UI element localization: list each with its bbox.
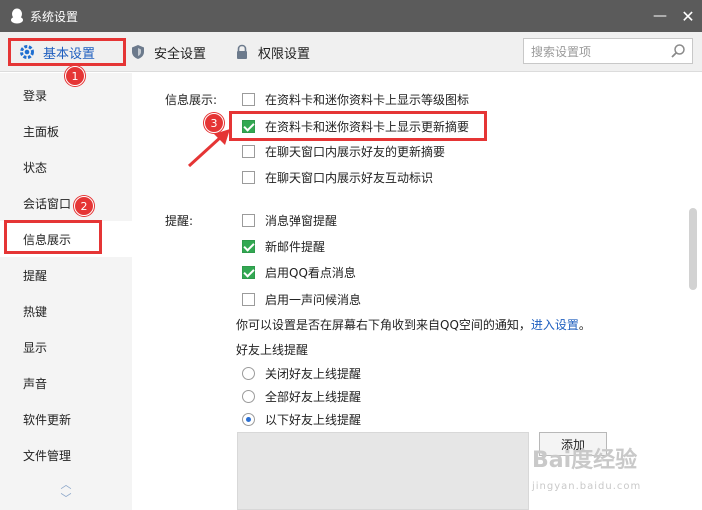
search-input[interactable]: 搜索设置项 [523,38,693,64]
sidebar-item-login[interactable]: 登录 [0,77,132,113]
sidebar-item-label: 提醒 [23,268,48,283]
checkbox[interactable] [242,292,255,306]
sidebar-item-label: 声音 [23,376,48,391]
watermark-url: jingyan.baidu.com [532,481,642,492]
sidebar-item-label: 主面板 [23,124,60,139]
scrollbar-thumb[interactable] [689,208,697,290]
sidebar-item-label: 文件管理 [23,448,72,463]
lock-icon [237,44,247,59]
chevron-up-icon[interactable]: ︿ [58,478,74,492]
baidu-watermark: Bai度经验 jingyan.baidu.com [532,448,672,500]
option-online-all[interactable]: 全部好友上线提醒 [242,386,361,406]
checkbox-checked[interactable] [242,265,255,279]
watermark-brand: Bai度经验 [532,448,638,473]
friend-list-box[interactable] [237,432,529,510]
checkbox[interactable] [242,92,255,106]
option-label: 消息弹窗提醒 [265,213,338,228]
option-label: 新邮件提醒 [265,239,326,254]
option-message-popup[interactable]: 消息弹窗提醒 [242,210,337,230]
tab-bar: 基本设置 安全设置 权限设置 搜索设置项 [0,32,702,72]
sidebar-item-software-update[interactable]: 软件更新 [0,401,132,437]
info-display-label: 信息展示: [165,93,218,107]
sidebar-item-sound[interactable]: 声音 [0,365,132,401]
sidebar-item-main-panel[interactable]: 主面板 [0,113,132,149]
minimize-button[interactable]: — [650,6,670,26]
checkbox[interactable] [242,144,255,158]
option-show-level-icon[interactable]: 在资料卡和迷你资料卡上显示等级图标 [242,89,469,109]
option-label: 启用QQ看点消息 [265,265,356,280]
tab-label: 基本设置 [43,46,96,62]
sidebar-item-label: 状态 [23,160,48,175]
option-label: 全部好友上线提醒 [265,389,362,404]
sidebar-item-status[interactable]: 状态 [0,149,132,185]
reminder-label: 提醒: [165,214,194,228]
window-title: 系统设置 [30,9,79,24]
option-label: 在聊天窗口内展示好友互动标识 [265,170,434,185]
option-chat-interaction-mark[interactable]: 在聊天窗口内展示好友互动标识 [242,167,433,187]
option-chat-update-summary[interactable]: 在聊天窗口内展示好友的更新摘要 [242,141,445,161]
search-placeholder: 搜索设置项 [531,44,592,59]
sidebar-item-file-management[interactable]: 文件管理 [0,437,132,473]
tab-security-settings[interactable]: 安全设置 [130,38,206,66]
friend-online-label: 好友上线提醒 [236,343,309,357]
option-label: 关闭好友上线提醒 [265,366,362,381]
option-label: 在聊天窗口内展示好友的更新摘要 [265,144,446,159]
tab-permission-settings[interactable]: 权限设置 [234,38,310,66]
shield-icon [132,45,144,59]
highlight-box-option [229,111,487,141]
search-icon[interactable] [670,43,686,59]
sidebar-item-label: 显示 [23,340,48,355]
annotation-badge-2: 2 [74,196,94,216]
sidebar-scroll-arrows[interactable]: ︿ ﹀ [58,478,74,506]
radio-button[interactable] [242,389,255,403]
tab-label: 权限设置 [258,46,311,62]
sidebar-item-display[interactable]: 显示 [0,329,132,365]
sidebar: 登录 主面板 状态 会话窗口 信息展示 提醒 热键 显示 声音 软件更新 文件管… [0,73,132,510]
sidebar-item-reminder[interactable]: 提醒 [0,257,132,293]
chevron-down-icon[interactable]: ﹀ [58,492,74,506]
radio-button-selected[interactable] [242,412,255,426]
sidebar-item-label: 热键 [23,304,48,319]
qzone-notification-note: 你可以设置是否在屏幕右下角收到来自QQ空间的通知，进入设置。 [236,316,591,333]
option-greeting-message[interactable]: 启用一声问候消息 [242,289,361,309]
qq-penguin-icon [11,8,23,24]
sidebar-item-hotkey[interactable]: 热键 [0,293,132,329]
checkbox-checked[interactable] [242,239,255,253]
checkbox[interactable] [242,170,255,184]
title-bar: 系统设置 — ✕ [0,0,702,32]
checkbox[interactable] [242,213,255,227]
option-online-selected[interactable]: 以下好友上线提醒 [242,409,361,429]
note-text: 你可以设置是否在屏幕右下角收到来自QQ空间的通知， [236,318,531,332]
note-end: 。 [578,318,591,332]
option-qq-kandian[interactable]: 启用QQ看点消息 [242,262,356,282]
annotation-arrow [187,129,230,168]
settings-link[interactable]: 进入设置 [531,318,579,332]
option-label: 启用一声问候消息 [265,292,362,307]
tab-basic-settings[interactable]: 基本设置 [8,38,126,66]
close-button[interactable]: ✕ [678,6,698,26]
sidebar-item-label: 登录 [23,88,48,103]
sidebar-item-chat-window[interactable]: 会话窗口 [0,185,132,221]
sidebar-item-label: 软件更新 [23,412,72,427]
option-online-off[interactable]: 关闭好友上线提醒 [242,363,361,383]
highlight-box-sidebar [4,220,102,254]
annotation-badge-1: 1 [65,66,85,86]
option-new-mail[interactable]: 新邮件提醒 [242,236,325,256]
sidebar-item-label: 会话窗口 [23,196,72,211]
option-label: 以下好友上线提醒 [265,412,362,427]
tab-label: 安全设置 [154,46,207,62]
option-label: 在资料卡和迷你资料卡上显示等级图标 [265,92,470,107]
radio-button[interactable] [242,366,255,380]
gear-icon [20,45,34,59]
